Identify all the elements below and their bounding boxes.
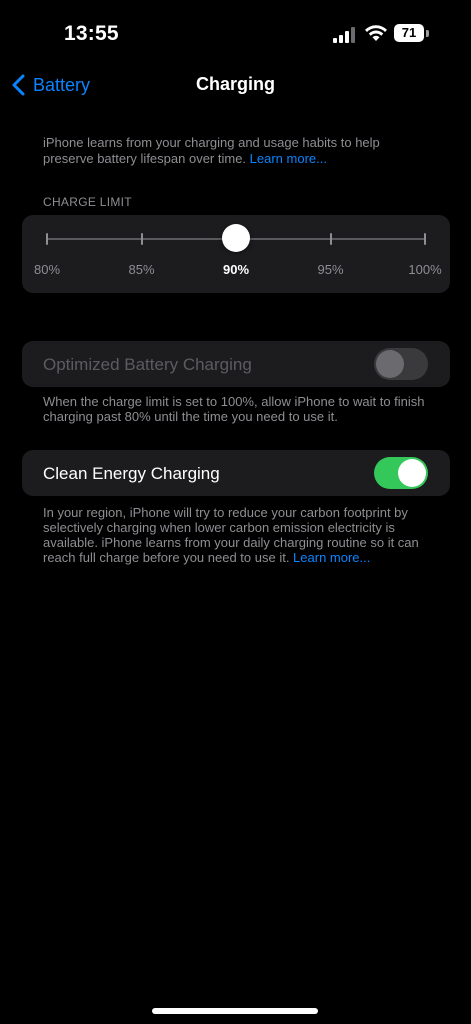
- optimized-charging-toggle[interactable]: [374, 348, 428, 380]
- battery-cap: [426, 30, 429, 37]
- clean-energy-label: Clean Energy Charging: [43, 464, 220, 483]
- learn-more-link[interactable]: Learn more...: [250, 151, 327, 166]
- home-indicator[interactable]: [152, 1008, 318, 1014]
- page-title: Charging: [196, 74, 275, 94]
- battery-percent: 71: [394, 24, 424, 42]
- slider-tick[interactable]: [46, 233, 48, 245]
- slider-tick-label: 85%: [128, 262, 155, 277]
- slider-tick[interactable]: [140, 233, 143, 245]
- optimized-charging-footer: When the charge limit is set to 100%, al…: [43, 394, 425, 424]
- toggle-knob: [398, 459, 426, 487]
- status-time: 13:55: [64, 22, 119, 45]
- wifi-icon: [365, 25, 387, 41]
- optimized-charging-row: Optimized Battery Charging: [22, 341, 450, 387]
- slider-tick[interactable]: [424, 233, 426, 245]
- learn-more-link[interactable]: Learn more...: [293, 550, 370, 565]
- slider-thumb[interactable]: [222, 224, 250, 252]
- slider-tick[interactable]: [329, 233, 332, 245]
- slider-tick-label: 80%: [33, 262, 61, 277]
- navigation-bar: Battery Charging: [0, 64, 471, 106]
- toggle-knob: [376, 350, 404, 378]
- slider-tick-label: 100%: [408, 262, 442, 277]
- status-bar: 13:55 71: [0, 0, 471, 60]
- cellular-signal-icon: [333, 27, 355, 43]
- slider-tick-label: 95%: [317, 262, 344, 277]
- clean-energy-row: Clean Energy Charging: [22, 450, 450, 496]
- battery-icon: 71: [394, 24, 430, 42]
- intro-description: iPhone learns from your charging and usa…: [43, 135, 433, 167]
- slider-tick-label: 90%: [222, 262, 250, 277]
- optimized-charging-label: Optimized Battery Charging: [43, 355, 252, 374]
- clean-energy-toggle[interactable]: [374, 457, 428, 489]
- intro-text: iPhone learns from your charging and usa…: [43, 135, 380, 166]
- clean-energy-footer: In your region, iPhone will try to reduc…: [43, 505, 435, 565]
- charge-limit-header: CHARGE LIMIT: [43, 195, 132, 209]
- charge-limit-slider[interactable]: 80% 85% 90% 95% 100%: [22, 215, 450, 293]
